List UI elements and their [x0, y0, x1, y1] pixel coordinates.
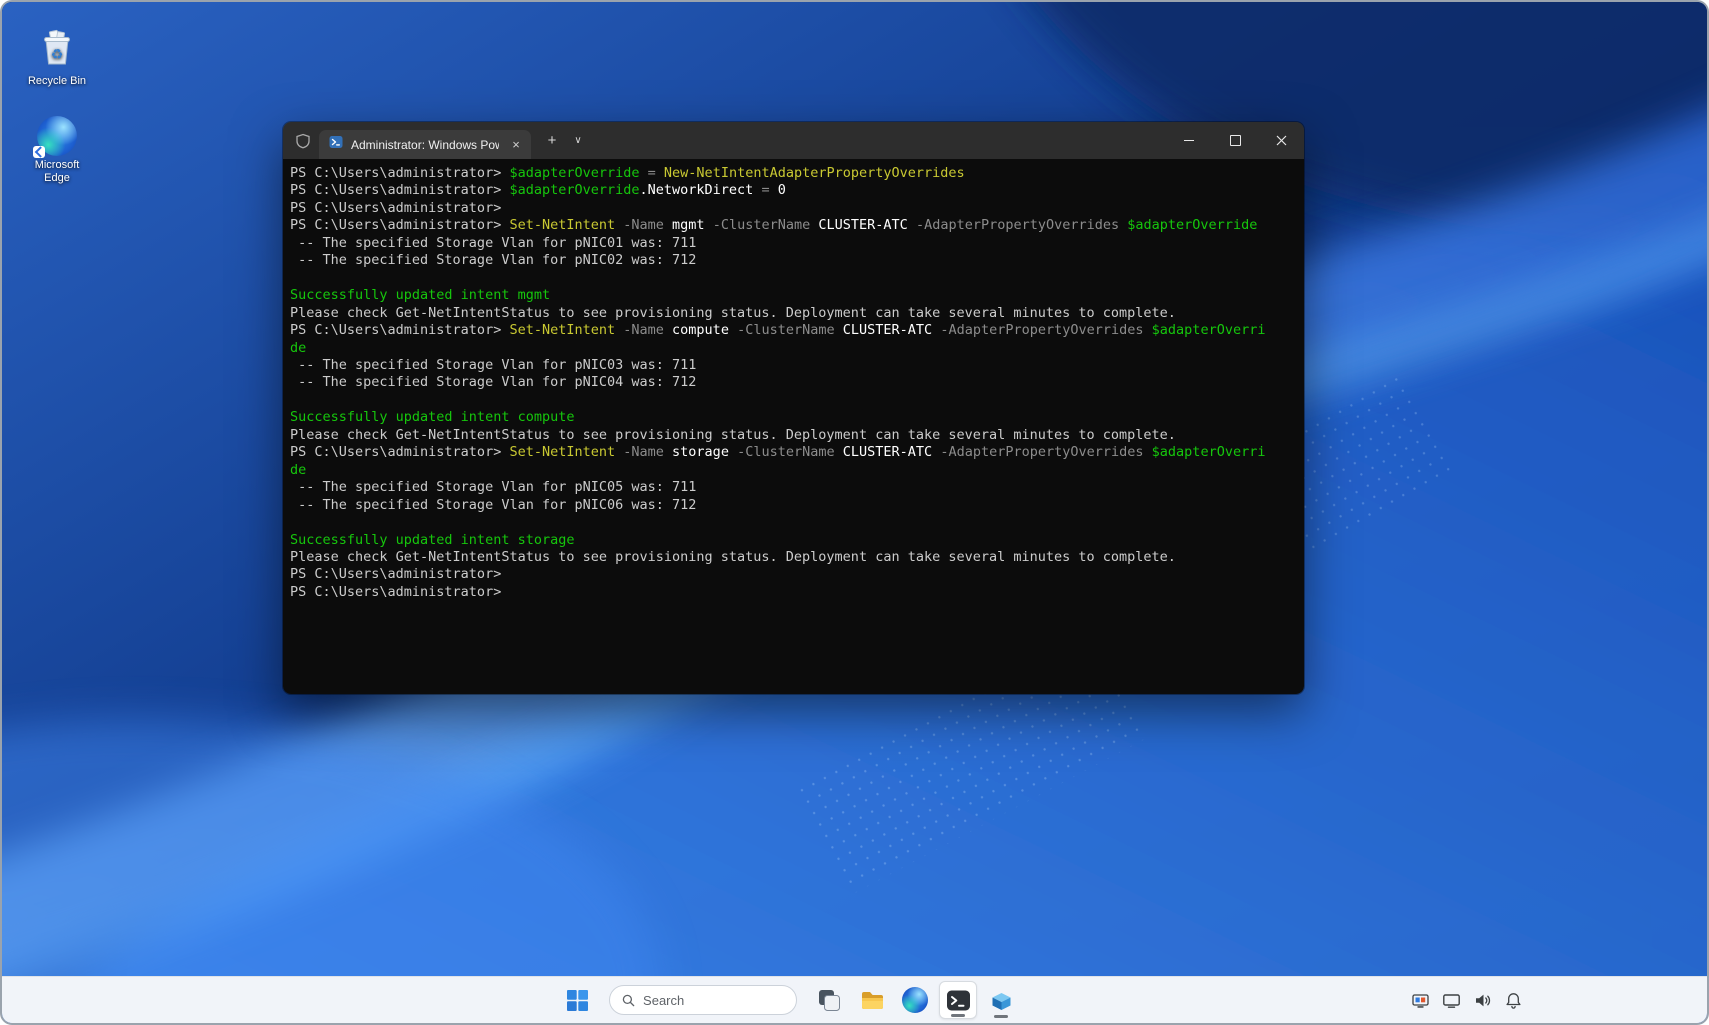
- svg-text:♻: ♻: [51, 46, 64, 62]
- windows-start-icon: [566, 989, 588, 1011]
- terminal-icon: [946, 990, 970, 1010]
- maximize-button[interactable]: [1212, 122, 1258, 159]
- minimize-icon: [1184, 140, 1194, 141]
- desktop-icon-label: Recycle Bin: [27, 75, 87, 87]
- running-indicator: [994, 1015, 1008, 1018]
- terminal-line: PS C:\Users\administrator> Set-NetIntent…: [290, 444, 1266, 461]
- terminal-line: -- The specified Storage Vlan for pNIC04…: [290, 374, 697, 391]
- minimize-button[interactable]: [1166, 122, 1212, 159]
- search-icon: [622, 994, 635, 1006]
- desktop-icon-microsoft-edge[interactable]: Microsoft Edge: [14, 116, 100, 185]
- desktop: ♻ Recycle Bin Microsoft Edge Administrat…: [0, 0, 1709, 1025]
- taskbar: [2, 976, 1707, 1023]
- file-explorer-button[interactable]: [853, 981, 891, 1019]
- terminal-line: -- The specified Storage Vlan for pNIC05…: [290, 479, 697, 496]
- terminal-button[interactable]: [939, 981, 977, 1019]
- notification-bell-icon[interactable]: [1503, 990, 1523, 1010]
- file-explorer-icon: [861, 991, 883, 1009]
- edge-icon: [902, 987, 928, 1013]
- terminal-line: Successfully updated intent compute: [290, 409, 575, 426]
- terminal-line: Successfully updated intent mgmt: [290, 287, 551, 304]
- taskbar-search[interactable]: [609, 985, 797, 1015]
- display-icon[interactable]: [1441, 990, 1461, 1010]
- server-manager-button[interactable]: [982, 981, 1020, 1019]
- tab-title: Administrator: Windows Pow: [351, 137, 499, 152]
- terminal-line: PS C:\Users\administrator> $adapterOverr…: [290, 182, 786, 199]
- maximize-icon: [1229, 135, 1241, 146]
- edge-icon: [33, 116, 77, 158]
- desktop-icon-recycle-bin[interactable]: ♻ Recycle Bin: [14, 28, 100, 88]
- terminal-line: -- The specified Storage Vlan for pNIC03…: [290, 356, 697, 373]
- task-view-icon: [818, 989, 840, 1011]
- server-manager-icon: [992, 992, 1010, 1010]
- tab-dropdown-icon[interactable]: ∨: [569, 132, 587, 150]
- terminal-window: Administrator: Windows Pow × + ∨ PS C:\U…: [283, 122, 1304, 694]
- terminal-line: PS C:\Users\administrator>: [290, 566, 502, 583]
- admin-shield-icon: [295, 133, 311, 149]
- terminal-line: -- The specified Storage Vlan for pNIC06…: [290, 496, 697, 513]
- terminal-titlebar[interactable]: Administrator: Windows Pow × + ∨: [283, 122, 1304, 159]
- terminal-line: Please check Get-NetIntentStatus to see …: [290, 548, 1176, 565]
- tab-close-icon[interactable]: ×: [507, 136, 525, 154]
- terminal-line: PS C:\Users\administrator> Set-NetIntent…: [290, 217, 1258, 234]
- terminal-line: PS C:\Users\administrator> $adapterOverr…: [290, 165, 965, 181]
- volume-icon[interactable]: [1472, 990, 1492, 1010]
- shortcut-arrow-icon: [33, 146, 45, 158]
- tray-status-icon[interactable]: [1410, 990, 1430, 1010]
- recycle-bin-icon: ♻: [37, 28, 77, 72]
- edge-button[interactable]: [896, 981, 934, 1019]
- terminal-line: de: [290, 339, 307, 356]
- terminal-line: Successfully updated intent storage: [290, 531, 575, 548]
- search-input[interactable]: [643, 992, 784, 1008]
- terminal-line: -- The specified Storage Vlan for pNIC01…: [290, 234, 697, 251]
- close-button[interactable]: [1258, 122, 1304, 159]
- window-controls: [1166, 122, 1304, 159]
- powershell-icon: [329, 135, 343, 154]
- terminal-tab[interactable]: Administrator: Windows Pow ×: [319, 130, 531, 159]
- running-indicator: [951, 1014, 965, 1017]
- terminal-line: PS C:\Users\administrator>: [290, 199, 502, 216]
- terminal-line: de: [290, 461, 307, 478]
- taskbar-center: [558, 977, 1020, 1023]
- terminal-line: PS C:\Users\administrator>: [290, 583, 502, 600]
- terminal-output[interactable]: PS C:\Users\administrator> $adapterOverr…: [283, 159, 1304, 694]
- terminal-line: Please check Get-NetIntentStatus to see …: [290, 304, 1176, 321]
- task-view-button[interactable]: [810, 981, 848, 1019]
- terminal-line: Please check Get-NetIntentStatus to see …: [290, 426, 1176, 443]
- desktop-icon-label: Microsoft Edge: [34, 159, 80, 184]
- close-icon: [1276, 135, 1286, 146]
- start-button[interactable]: [558, 981, 596, 1019]
- new-tab-button[interactable]: +: [543, 132, 561, 150]
- terminal-line: PS C:\Users\administrator> Set-NetIntent…: [290, 322, 1266, 339]
- terminal-line: -- The specified Storage Vlan for pNIC02…: [290, 252, 697, 269]
- system-tray: [1410, 977, 1523, 1023]
